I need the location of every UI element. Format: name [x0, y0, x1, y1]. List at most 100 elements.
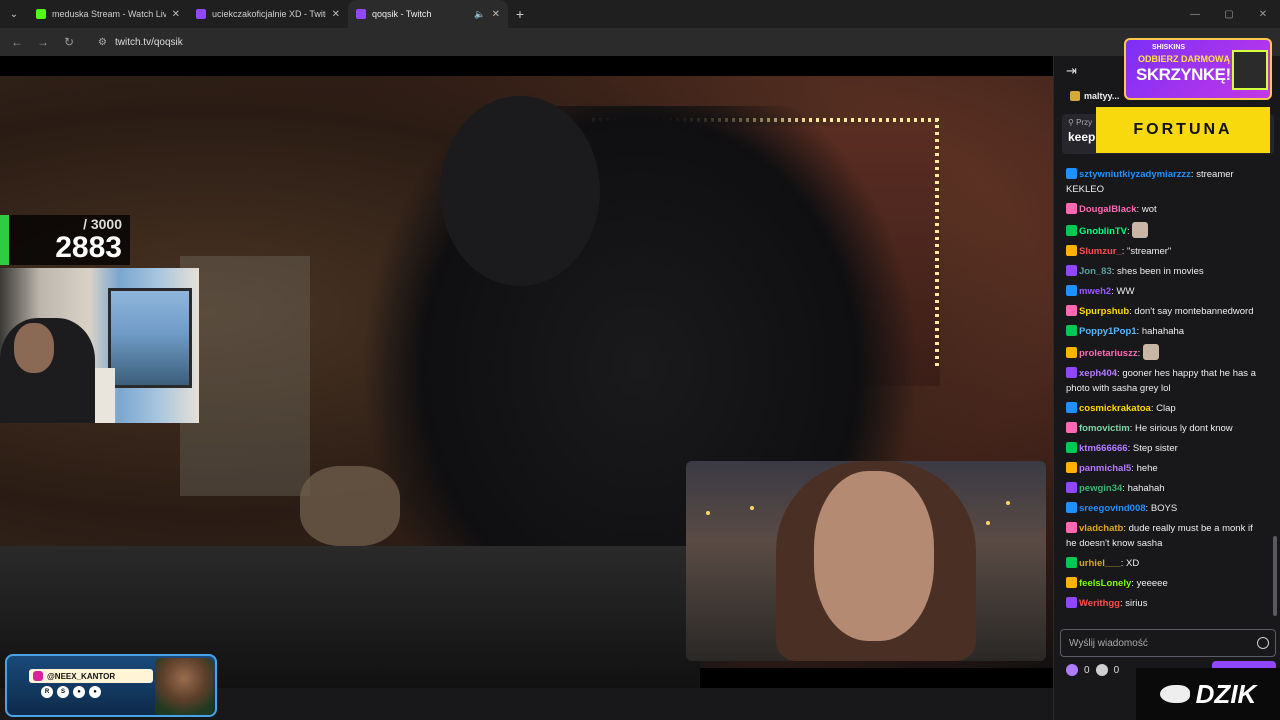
chat-text: He sirious ly dont know	[1134, 422, 1233, 434]
chat-emote-icon[interactable]	[1142, 343, 1159, 360]
chat-message: ktm666666: Step sister	[1054, 438, 1274, 458]
chat-username[interactable]: cosmickrakatoa	[1079, 403, 1151, 414]
chat-message: Slumzur_: "streamer"	[1054, 241, 1274, 261]
chat-username[interactable]: Werithgg	[1079, 598, 1120, 609]
close-window-icon[interactable]: ✕	[1246, 0, 1280, 28]
tab-label: uciekczakoficjalnie XD - Twitch	[212, 9, 326, 19]
chat-username[interactable]: pewgin34	[1079, 483, 1122, 494]
sponsor-avatar	[155, 658, 213, 715]
chat-badge-icon[interactable]	[1066, 521, 1077, 533]
tab-label: qoqsik - Twitch	[372, 9, 432, 19]
chat-username[interactable]: xeph404	[1079, 368, 1117, 379]
chat-badge-icon[interactable]	[1066, 244, 1077, 256]
chat-username[interactable]: Jon_83	[1079, 266, 1112, 277]
gift-leaderboard[interactable]: maltyy...	[1054, 86, 1119, 106]
chat-message: mweh2: WW	[1054, 281, 1274, 301]
fortuna-ad[interactable]: FORTUNA	[1096, 107, 1270, 153]
chat-badge-icon[interactable]	[1066, 441, 1077, 453]
site-info-icon[interactable]: ⚙	[98, 37, 107, 48]
chat-username[interactable]: Poppy1Pop1	[1079, 326, 1137, 337]
chat-badge-icon[interactable]	[1066, 461, 1077, 473]
sponsor-icons: R S ● ●	[41, 686, 101, 698]
chat-badge-icon[interactable]	[1066, 501, 1077, 513]
chat-message: proletariuszz:	[1054, 341, 1274, 363]
minimize-icon[interactable]: —	[1178, 0, 1212, 28]
chat-text: WW	[1116, 285, 1135, 297]
chat-input-placeholder: Wyślij wiadomość	[1069, 637, 1148, 649]
counter-progress-bar	[0, 215, 9, 265]
scene-hand	[300, 466, 400, 546]
channel-points-count: 0	[1113, 664, 1120, 676]
dzik-ad[interactable]: DZIK	[1136, 668, 1280, 720]
new-tab-button[interactable]: +	[508, 0, 532, 28]
pip-light	[706, 511, 710, 515]
chat-username[interactable]: vladchatb	[1079, 523, 1123, 534]
tab-menu-icon[interactable]: ⌄	[0, 0, 28, 28]
chat-username[interactable]: ktm666666	[1079, 443, 1128, 454]
chat-message: panmichal5: hehe	[1054, 458, 1274, 478]
dzik-logo: DZIK	[1195, 678, 1257, 709]
chat-username[interactable]: feelsLonely	[1079, 578, 1131, 589]
chat-username[interactable]: Slumzur_	[1079, 246, 1122, 257]
tab-qoqsik[interactable]: qoqsik - Twitch 🔈 ✕	[348, 0, 508, 28]
chat-badge-icon[interactable]	[1066, 284, 1077, 296]
chat-input[interactable]: Wyślij wiadomość	[1060, 629, 1276, 657]
chat-username[interactable]: sreegovind008	[1079, 503, 1146, 514]
chat-badge-icon[interactable]	[1066, 167, 1077, 179]
chat-emote-icon[interactable]	[1132, 221, 1149, 238]
forward-arrow-icon[interactable]: →	[32, 31, 54, 53]
chat-badge-icon[interactable]	[1066, 202, 1077, 214]
reload-icon[interactable]: ↻	[58, 31, 80, 53]
chat-username[interactable]: sztywniutkiyzadymiarzzz	[1079, 169, 1191, 180]
chat-badge-icon[interactable]	[1066, 481, 1077, 493]
bits-icon[interactable]	[1066, 664, 1078, 676]
chat-message: cosmickrakatoa: Clap	[1054, 398, 1274, 418]
tab-meduska[interactable]: meduska Stream - Watch Live o ✕	[28, 0, 188, 28]
chat-badge-icon[interactable]	[1066, 264, 1077, 276]
chat-badge-icon[interactable]	[1066, 224, 1077, 236]
tab-close-icon[interactable]: ✕	[172, 9, 180, 20]
instagram-handle: @NEEX_KANTOR	[29, 669, 153, 683]
chat-badge-icon[interactable]	[1066, 596, 1077, 608]
scene-lights-vertical	[935, 118, 939, 368]
chat-username[interactable]: fomovictim	[1079, 423, 1130, 434]
chat-badge-icon[interactable]	[1066, 346, 1077, 358]
instagram-icon	[33, 671, 43, 681]
chat-username[interactable]: urhiel___	[1079, 558, 1121, 569]
chat-scrollbar[interactable]	[1273, 536, 1277, 616]
chat-text: Step sister	[1132, 442, 1178, 454]
speaker-icon[interactable]: 🔈	[474, 9, 485, 20]
chat-badge-icon[interactable]	[1066, 401, 1077, 413]
chat-badge-icon[interactable]	[1066, 324, 1077, 336]
sponsor-logo-icon: R	[41, 686, 53, 698]
sponsor-overlay: @NEEX_KANTOR R S ● ●	[5, 654, 217, 717]
chat-badge-icon[interactable]	[1066, 304, 1077, 316]
chat-username[interactable]: Spurpshub	[1079, 306, 1129, 317]
maximize-icon[interactable]: ▢	[1212, 0, 1246, 28]
chat-username[interactable]: panmichal5	[1079, 463, 1131, 474]
chat-username[interactable]: DougalBlack	[1079, 204, 1137, 215]
chat-username[interactable]: mweh2	[1079, 286, 1111, 297]
back-arrow-icon[interactable]: ←	[6, 31, 28, 53]
tab-uciekczak[interactable]: uciekczakoficjalnie XD - Twitch ✕	[188, 0, 348, 28]
url-field[interactable]: ⚙ twitch.tv/qoqsik	[90, 31, 730, 53]
skins-ad[interactable]: SHISKINS ODBIERZ DARMOWĄ SKRZYNKĘ!	[1124, 38, 1272, 100]
sponsor-handle: @NEEX_KANTOR	[47, 671, 116, 681]
emoji-icon[interactable]	[1257, 637, 1269, 649]
chat-messages: sztywniutkiyzadymiarzzz: streamer KEKLEO…	[1054, 164, 1274, 613]
video-player[interactable]: / 3000 2883	[0, 56, 1053, 688]
tab-close-icon[interactable]: ✕	[332, 9, 340, 20]
chat-badge-icon[interactable]	[1066, 366, 1077, 378]
chat-username[interactable]: GnoblinTV	[1079, 226, 1127, 237]
chat-username[interactable]: proletariuszz	[1079, 348, 1138, 359]
skins-line1: ODBIERZ DARMOWĄ	[1138, 54, 1230, 64]
kick-favicon-icon	[36, 9, 46, 19]
channel-points-icon[interactable]	[1095, 664, 1108, 676]
pinned-label: Przy	[1076, 118, 1093, 127]
chat-badge-icon[interactable]	[1066, 421, 1077, 433]
tab-close-icon[interactable]: ✕	[492, 9, 500, 20]
chat-badge-icon[interactable]	[1066, 576, 1077, 588]
chat-badge-icon[interactable]	[1066, 556, 1077, 568]
chat-text: BOYS	[1150, 502, 1178, 514]
collapse-chat-icon[interactable]: ⇥	[1066, 63, 1077, 79]
